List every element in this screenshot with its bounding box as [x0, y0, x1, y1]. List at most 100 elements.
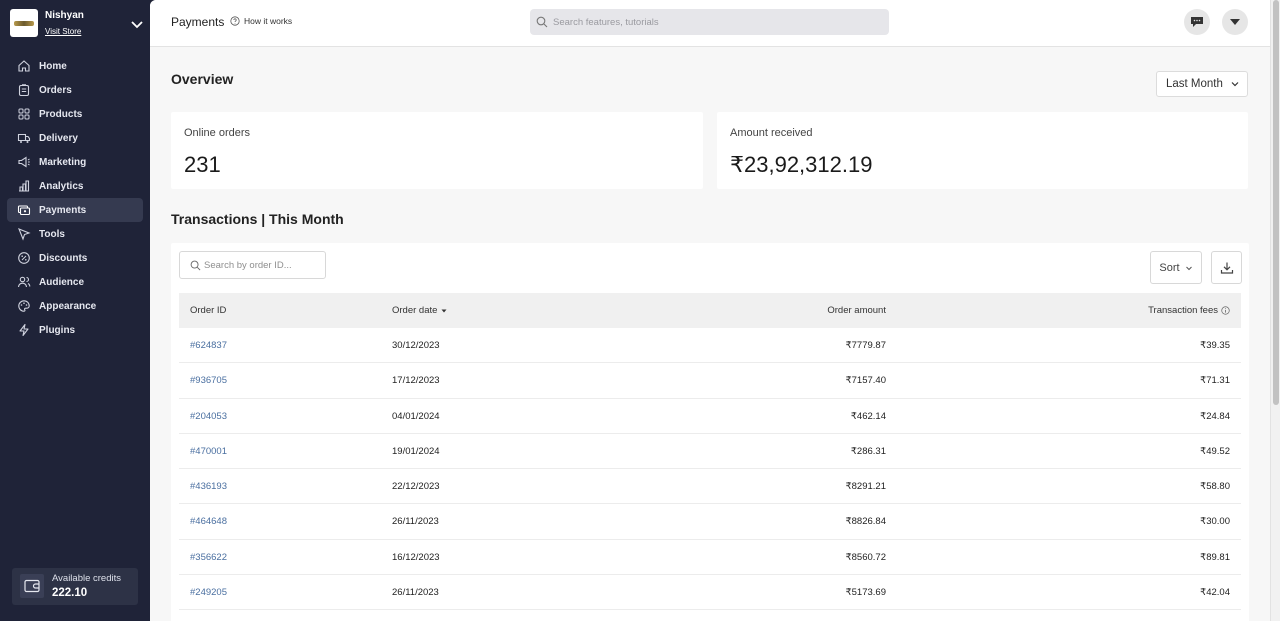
order-date: 30/12/2023 — [392, 340, 440, 351]
sidebar-item-audience[interactable]: Audience — [7, 270, 143, 294]
lightning-icon — [19, 323, 29, 337]
sidebar-item-discounts[interactable]: Discounts — [7, 246, 143, 270]
credits-value: 222.10 — [52, 587, 88, 599]
card-value: 231 — [184, 152, 221, 177]
sidebar-item-label: Home — [39, 60, 67, 72]
order-amount: ₹7157.40 — [845, 375, 886, 387]
global-search[interactable] — [530, 9, 889, 35]
table-row[interactable]: #436193 22/12/2023 ₹8291.21 ₹58.80 — [179, 469, 1241, 505]
overview-heading: Overview — [171, 71, 234, 87]
sidebar: Nishyan Visit Store Home Orders Products… — [0, 0, 150, 621]
order-amount: ₹7779.87 — [845, 340, 886, 351]
order-id-link[interactable]: #249205 — [190, 587, 227, 598]
order-amount: ₹5173.69 — [845, 587, 886, 599]
table-row[interactable]: #624837 30/12/2023 ₹7779.87 ₹39.35 — [179, 328, 1241, 364]
order-id-link[interactable]: #936705 — [190, 375, 227, 386]
sidebar-item-label: Audience — [39, 276, 85, 288]
order-amount: ₹8291.21 — [845, 481, 886, 493]
sidebar-item-payments[interactable]: Payments — [7, 198, 143, 222]
global-search-input[interactable] — [553, 16, 873, 28]
sidebar-nav: Home Orders Products Delivery Marketing … — [7, 54, 143, 342]
grid-icon — [18, 108, 30, 120]
order-id-link[interactable]: #470001 — [190, 446, 227, 457]
table-row[interactable]: #470001 19/01/2024 ₹286.31 ₹49.52 — [179, 434, 1241, 470]
chevron-down-icon[interactable] — [130, 17, 144, 31]
order-date: 26/11/2023 — [392, 587, 439, 599]
sidebar-item-plugins[interactable]: Plugins — [7, 318, 143, 342]
credits-label: Available credits — [52, 573, 122, 584]
transaction-fee: ₹49.52 — [1200, 445, 1230, 457]
sidebar-item-label: Discounts — [39, 252, 88, 264]
order-amount: ₹8826.84 — [845, 516, 886, 528]
users-icon — [17, 276, 31, 288]
home-icon — [18, 60, 30, 72]
bar-chart-icon — [19, 180, 30, 192]
sort-button[interactable]: Sort — [1150, 251, 1202, 284]
online-orders-card: Online orders 231 — [171, 112, 703, 189]
column-order-amount[interactable]: Order amount — [827, 305, 886, 316]
sidebar-item-label: Delivery — [39, 132, 78, 144]
available-credits[interactable]: Available credits 222.10 — [12, 568, 138, 605]
column-order-id[interactable]: Order ID — [190, 305, 226, 316]
payments-icon — [17, 205, 31, 216]
sidebar-item-marketing[interactable]: Marketing — [7, 150, 143, 174]
info-icon[interactable] — [1221, 306, 1230, 315]
sort-caret-icon — [441, 309, 447, 312]
wallet-icon — [20, 574, 44, 598]
order-id-link[interactable]: #436193 — [190, 481, 227, 492]
scrollbar-thumb[interactable] — [1273, 0, 1279, 405]
sidebar-item-label: Payments — [39, 204, 87, 216]
chat-icon — [1191, 17, 1203, 27]
transaction-fee: ₹58.80 — [1200, 481, 1230, 493]
table-row[interactable]: #356622 16/12/2023 ₹8560.72 ₹89.81 — [179, 540, 1241, 576]
sidebar-item-label: Analytics — [39, 180, 84, 192]
sidebar-item-products[interactable]: Products — [7, 102, 143, 126]
order-search-input[interactable] — [204, 259, 324, 271]
order-id-link[interactable]: #356622 — [190, 552, 227, 563]
cursor-icon — [18, 228, 31, 241]
order-date: 26/11/2023 — [392, 516, 439, 528]
sidebar-item-appearance[interactable]: Appearance — [7, 294, 143, 318]
sidebar-item-orders[interactable]: Orders — [7, 78, 143, 102]
sidebar-item-label: Plugins — [39, 324, 76, 336]
table-row[interactable]: #249205 26/11/2023 ₹5173.69 ₹42.04 — [179, 575, 1241, 611]
how-it-works-link[interactable]: How it works — [230, 16, 292, 26]
order-amount: ₹286.31 — [850, 445, 886, 457]
table-row[interactable]: #464648 26/11/2023 ₹8826.84 ₹30.00 — [179, 504, 1241, 540]
store-name: Nishyan — [45, 10, 84, 21]
transaction-fee: ₹24.84 — [1200, 410, 1230, 422]
amount-received-card: Amount received ₹23,92,312.19 — [717, 112, 1248, 189]
how-it-works-label: How it works — [244, 16, 293, 26]
order-id-link[interactable]: #624837 — [190, 340, 227, 351]
sidebar-item-home[interactable]: Home — [7, 54, 143, 78]
transaction-fee: ₹89.81 — [1200, 551, 1230, 563]
period-select[interactable]: Last Month — [1156, 71, 1248, 97]
transaction-fee: ₹42.04 — [1200, 587, 1230, 599]
download-button[interactable] — [1211, 251, 1242, 284]
sidebar-item-analytics[interactable]: Analytics — [7, 174, 143, 198]
chevron-down-icon — [1231, 82, 1239, 87]
store-switcher[interactable]: Nishyan Visit Store — [10, 9, 150, 39]
order-id-link[interactable]: #464648 — [190, 516, 227, 527]
caret-down-icon — [1230, 19, 1240, 25]
order-id-link[interactable]: #204053 — [190, 411, 227, 422]
chat-button[interactable] — [1184, 9, 1210, 35]
table-row[interactable]: #936705 17/12/2023 ₹7157.40 ₹71.31 — [179, 363, 1241, 399]
card-label: Online orders — [184, 127, 251, 139]
visit-store-link[interactable]: Visit Store — [45, 27, 81, 36]
transactions-heading: Transactions | This Month — [171, 211, 344, 227]
column-transaction-fees[interactable]: Transaction fees — [1148, 305, 1230, 316]
sidebar-item-delivery[interactable]: Delivery — [7, 126, 143, 150]
help-circle-icon — [230, 16, 240, 26]
table-row[interactable]: #204053 04/01/2024 ₹462.14 ₹24.84 — [179, 399, 1241, 434]
account-menu-button[interactable] — [1222, 9, 1248, 35]
sidebar-item-tools[interactable]: Tools — [7, 222, 143, 246]
clipboard-icon — [18, 84, 30, 97]
transactions-panel: Sort Order ID Order date Order amount Tr… — [171, 243, 1249, 621]
search-icon — [190, 260, 201, 270]
column-order-date[interactable]: Order date — [392, 305, 448, 316]
page-scrollbar[interactable] — [1270, 0, 1280, 621]
store-logo — [10, 9, 38, 37]
column-label: Order ID — [190, 305, 227, 316]
order-search[interactable] — [179, 251, 326, 279]
